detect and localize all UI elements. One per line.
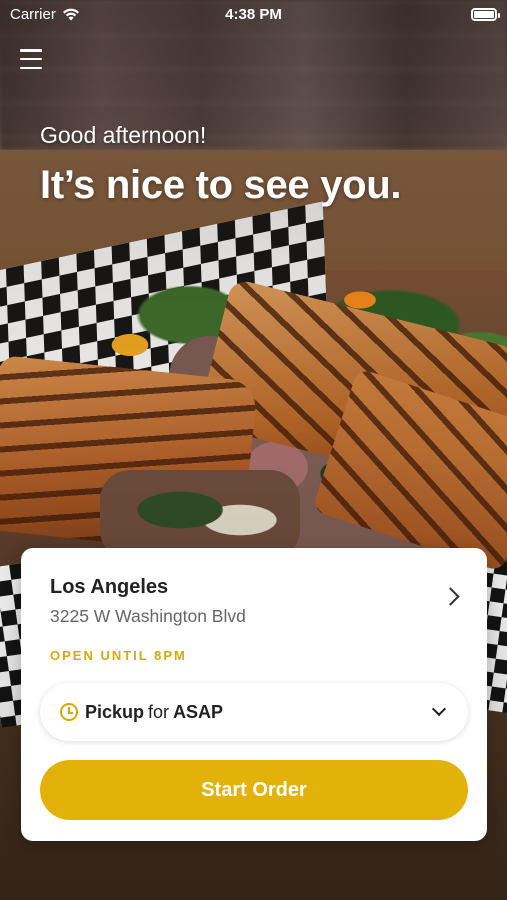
battery-full-icon — [471, 7, 500, 21]
chevron-down-icon[interactable] — [431, 701, 447, 717]
status-time: 4:38 PM — [225, 5, 282, 23]
pickup-text: Pickup for ASAP — [85, 702, 223, 723]
pickup-mode: Pickup — [85, 701, 145, 722]
location-name: Los Angeles — [50, 576, 169, 598]
location-selector[interactable]: Los Angeles 3225 W Washington Blvd — [21, 548, 487, 628]
start-order-button[interactable]: Start Order — [40, 760, 468, 820]
greeting-text: Good afternoon! — [40, 122, 207, 148]
status-bar: Carrier 4:38 PM — [0, 0, 507, 28]
pickup-connector: for — [148, 701, 170, 722]
headline-text: It’s nice to see you. — [40, 163, 402, 207]
status-carrier-group: Carrier — [10, 6, 80, 23]
wifi-icon — [62, 8, 79, 21]
pickup-time-selector[interactable]: Pickup for ASAP — [40, 683, 468, 741]
open-status-label: OPEN UNTIL 8PM — [50, 648, 187, 663]
location-address: 3225 W Washington Blvd — [50, 606, 246, 626]
pickup-when: ASAP — [173, 701, 224, 722]
clock-icon — [60, 703, 78, 721]
hamburger-menu-icon[interactable] — [20, 49, 42, 69]
carrier-label: Carrier — [10, 5, 56, 23]
location-card: Los Angeles 3225 W Washington Blvd OPEN … — [21, 548, 487, 841]
chevron-right-icon[interactable] — [441, 587, 460, 606]
